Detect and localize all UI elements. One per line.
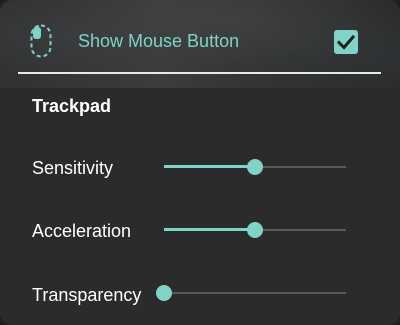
sensitivity-label: Sensitivity bbox=[32, 158, 114, 178]
transparency-slider[interactable] bbox=[156, 283, 346, 303]
trackpad-settings-panel: Show Mouse Button Trackpad Sensitivity A… bbox=[0, 0, 400, 325]
section-title: Trackpad bbox=[32, 96, 112, 116]
show-mouse-button-label: Show Mouse Button bbox=[78, 31, 240, 51]
slider-fill bbox=[164, 228, 255, 231]
acceleration-label: Acceleration bbox=[32, 221, 132, 241]
divider bbox=[18, 72, 381, 74]
acceleration-slider[interactable] bbox=[164, 220, 346, 240]
sensitivity-slider[interactable] bbox=[164, 157, 346, 177]
mouse-icon bbox=[30, 24, 52, 58]
slider-thumb[interactable] bbox=[247, 222, 263, 238]
slider-track bbox=[164, 292, 346, 294]
slider-thumb[interactable] bbox=[156, 285, 172, 301]
transparency-label: Transparency bbox=[32, 285, 142, 305]
slider-thumb[interactable] bbox=[247, 159, 263, 175]
checkmark-icon bbox=[336, 34, 356, 50]
slider-fill bbox=[164, 165, 255, 168]
show-mouse-button-checkbox[interactable] bbox=[334, 30, 358, 54]
